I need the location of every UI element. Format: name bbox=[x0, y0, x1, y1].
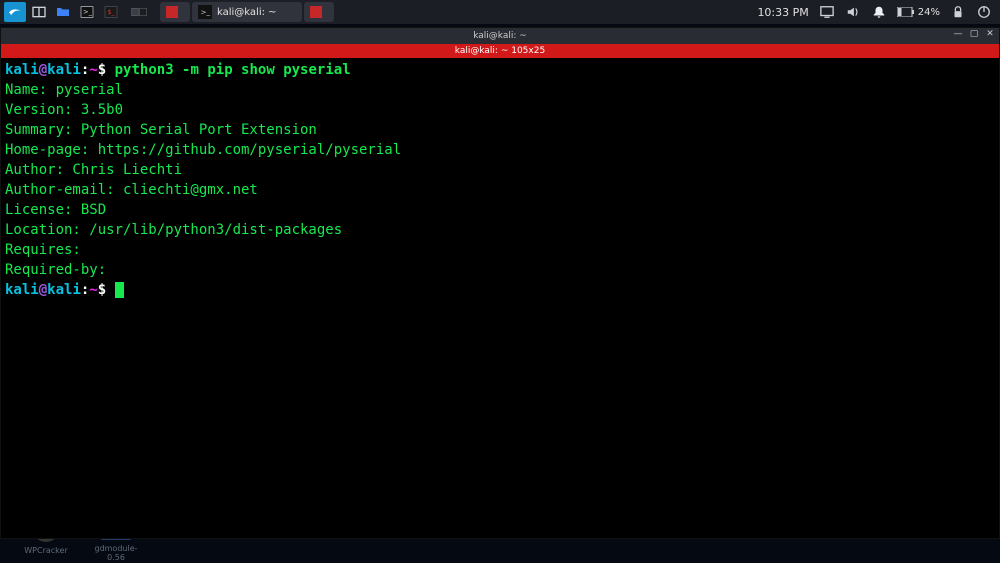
system-tray: 10:33 PM 24% bbox=[757, 4, 1000, 20]
terminal-tab-bar[interactable]: kali@kali: ~ 105x25 bbox=[1, 44, 999, 58]
minimize-button[interactable]: — bbox=[953, 29, 963, 39]
volume-icon[interactable] bbox=[845, 4, 861, 20]
taskbar: >_ kali@kali: ~ bbox=[160, 2, 336, 22]
task-item[interactable] bbox=[160, 2, 190, 22]
terminal-titlebar[interactable]: kali@kali: ~ — ▢ ✕ bbox=[1, 28, 999, 44]
svg-text:>_: >_ bbox=[83, 8, 93, 16]
power-icon[interactable] bbox=[976, 4, 992, 20]
desktop-icon-label: gdmodule-0.56 bbox=[86, 544, 146, 562]
pane-icon[interactable] bbox=[28, 2, 50, 22]
close-button[interactable]: ✕ bbox=[985, 29, 995, 39]
task-item-terminal[interactable]: >_ kali@kali: ~ bbox=[192, 2, 302, 22]
svg-text:$_: $_ bbox=[108, 9, 116, 16]
task-item[interactable] bbox=[304, 2, 334, 22]
code-icon[interactable]: $_ bbox=[100, 2, 122, 22]
clock[interactable]: 10:33 PM bbox=[757, 6, 808, 19]
terminal-body[interactable]: kali@kali:~$ python3 -m pip show pyseria… bbox=[1, 58, 999, 538]
lock-icon[interactable] bbox=[950, 4, 966, 20]
red-square-icon bbox=[310, 6, 322, 18]
red-square-icon bbox=[166, 6, 178, 18]
svg-text:>_: >_ bbox=[201, 9, 211, 17]
terminal-window: kali@kali: ~ — ▢ ✕ kali@kali: ~ 105x25 k… bbox=[0, 27, 1000, 539]
top-panel: >_ $_ >_ kali@kali: ~ 10:33 PM bbox=[0, 0, 1000, 24]
terminal-title-text: kali@kali: ~ bbox=[473, 31, 527, 41]
terminal-launcher-icon[interactable]: >_ bbox=[76, 2, 98, 22]
task-label: kali@kali: ~ bbox=[217, 7, 277, 18]
maximize-button[interactable]: ▢ bbox=[969, 29, 979, 39]
terminal-task-icon: >_ bbox=[198, 5, 212, 19]
display-icon[interactable] bbox=[819, 4, 835, 20]
workspace-switcher[interactable] bbox=[124, 2, 154, 22]
desktop-icon-label: WPCracker bbox=[16, 546, 76, 555]
files-icon[interactable] bbox=[52, 2, 74, 22]
panel-launchers: >_ $_ bbox=[0, 2, 154, 22]
battery-text: 24% bbox=[918, 7, 940, 18]
cursor bbox=[115, 282, 124, 298]
notifications-icon[interactable] bbox=[871, 4, 887, 20]
battery-indicator[interactable]: 24% bbox=[897, 7, 940, 18]
terminal-tab-label: kali@kali: ~ 105x25 bbox=[455, 46, 545, 56]
kali-menu-button[interactable] bbox=[4, 2, 26, 22]
